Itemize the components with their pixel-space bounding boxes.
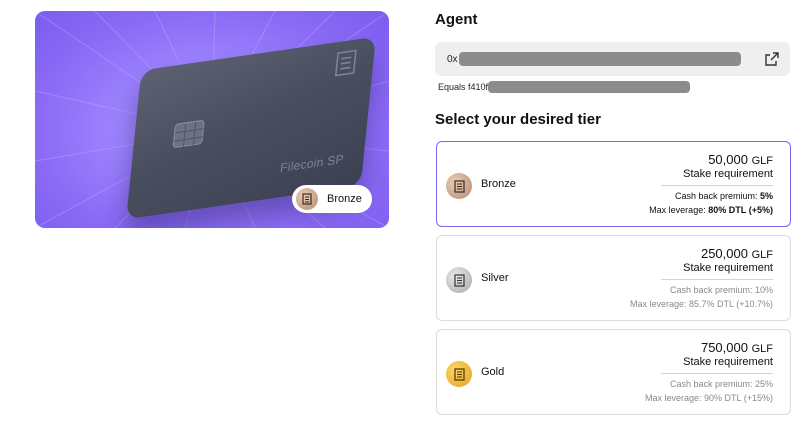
max-leverage: Max leverage: 80% DTL (+5%) xyxy=(649,205,773,215)
bronze-coin-icon xyxy=(446,173,472,199)
stake-label: Stake requirement xyxy=(683,168,773,180)
redacted-address xyxy=(458,52,741,66)
card-logo-icon xyxy=(334,49,357,77)
agent-address-field[interactable]: 0x xyxy=(435,42,790,76)
gold-coin-icon xyxy=(446,361,472,387)
tier-option-silver[interactable]: Silver 250,000 GLF Stake requirement Cas… xyxy=(436,235,791,321)
divider xyxy=(661,185,773,186)
cashback-premium: Cash back premium: 10% xyxy=(669,285,773,295)
stake-amount: 250,000 GLF xyxy=(700,246,773,261)
agent-heading: Agent xyxy=(435,11,478,28)
tier-badge: Bronze xyxy=(292,185,372,213)
tier-name: Bronze xyxy=(481,178,516,190)
tier-section-heading: Select your desired tier xyxy=(435,111,601,128)
divider xyxy=(661,373,773,374)
silver-coin-icon xyxy=(446,267,472,293)
address-prefix: 0x xyxy=(447,53,458,65)
max-leverage: Max leverage: 90% DTL (+15%) xyxy=(645,393,773,403)
stake-amount: 750,000 GLF xyxy=(700,340,773,355)
cashback-premium: Cash back premium: 5% xyxy=(674,191,773,201)
tier-card-preview: Filecoin SP Bronze xyxy=(35,11,389,228)
divider xyxy=(661,279,773,280)
tier-option-gold[interactable]: Gold 750,000 GLF Stake requirement Cash … xyxy=(436,329,791,415)
external-link-icon[interactable] xyxy=(764,51,780,67)
card-brand-text: Filecoin SP xyxy=(279,151,345,176)
tier-name: Silver xyxy=(481,272,509,284)
tier-option-bronze[interactable]: Bronze 50,000 GLF Stake requirement Cash… xyxy=(436,141,791,227)
tier-name: Gold xyxy=(481,366,505,378)
stake-label: Stake requirement xyxy=(683,356,773,368)
card-chip xyxy=(172,119,205,149)
redacted-f4-address xyxy=(488,81,691,93)
equals-prefix: Equals f410f xyxy=(438,82,489,92)
max-leverage: Max leverage: 85.7% DTL (+10.7%) xyxy=(629,299,773,309)
bronze-coin-icon xyxy=(296,188,318,210)
cashback-premium: Cash back premium: 25% xyxy=(669,379,773,389)
stake-amount: 50,000 GLF xyxy=(708,152,773,167)
tier-badge-label: Bronze xyxy=(327,193,362,205)
stake-label: Stake requirement xyxy=(683,262,773,274)
agent-equals-address: Equals f410f xyxy=(438,81,691,93)
